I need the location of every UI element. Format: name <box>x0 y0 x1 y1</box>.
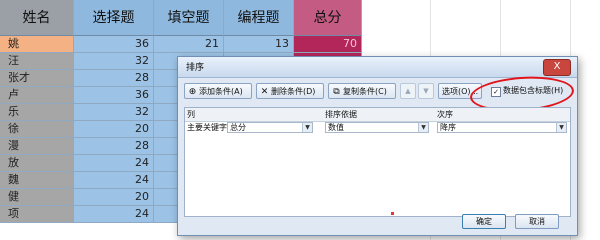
chevron-down-icon[interactable]: ▼ <box>302 123 312 132</box>
cell-choice[interactable]: 20 <box>74 121 154 138</box>
add-icon: ⊕ <box>188 87 197 97</box>
header-name[interactable]: 姓名 <box>0 0 74 36</box>
copy-level-label: 复制条件(C) <box>343 87 387 96</box>
sort-level-row: 主要关键字 总分 ▼ 数值 ▼ 降序 ▼ <box>185 121 570 134</box>
dialog-titlebar[interactable]: 排序 X <box>178 57 577 78</box>
chevron-down-icon[interactable]: ▼ <box>418 123 428 132</box>
cell-name[interactable]: 项 <box>0 206 74 223</box>
sort-on-select[interactable]: 数值 ▼ <box>325 122 429 133</box>
move-up-button[interactable]: ▲ <box>400 83 416 99</box>
cell-name[interactable]: 卢 <box>0 87 74 104</box>
header-choice[interactable]: 选择题 <box>74 0 154 36</box>
grid-header: 列 排序依据 次序 <box>185 108 570 122</box>
header-total[interactable]: 总分 <box>294 0 362 36</box>
sort-dialog: 排序 X ⊕ 添加条件(A) ✕ 删除条件(D) ⧉ 复制条件(C) ▲ ▼ 选项(O… <box>177 56 578 236</box>
sort-by-value: 总分 <box>230 123 246 132</box>
cell-name[interactable]: 漫 <box>0 138 74 155</box>
order-value: 降序 <box>440 123 456 132</box>
cell-name[interactable]: 徐 <box>0 121 74 138</box>
sort-on-header: 排序依据 <box>325 110 357 119</box>
delete-level-button[interactable]: ✕ 删除条件(D) <box>256 83 324 99</box>
red-mark <box>391 212 394 215</box>
column-header: 列 <box>187 110 195 119</box>
cell-name[interactable]: 魏 <box>0 172 74 189</box>
cell-total[interactable]: 70 <box>294 36 362 53</box>
cell-coding[interactable]: 13 <box>224 36 294 53</box>
sort-levels-grid: 列 排序依据 次序 主要关键字 总分 ▼ 数值 ▼ 降序 ▼ <box>184 107 571 217</box>
close-button[interactable]: X <box>543 59 571 76</box>
cell-name[interactable]: 汪 <box>0 53 74 70</box>
sort-by-label: 主要关键字 <box>187 123 227 132</box>
copy-icon: ⧉ <box>333 87 340 97</box>
cell-choice[interactable]: 36 <box>74 36 154 53</box>
copy-level-button[interactable]: ⧉ 复制条件(C) <box>328 83 396 99</box>
header-fill[interactable]: 填空题 <box>154 0 224 36</box>
cell-name[interactable]: 健 <box>0 189 74 206</box>
sort-on-value: 数值 <box>328 123 344 132</box>
cell-choice[interactable]: 24 <box>74 172 154 189</box>
cancel-button[interactable]: 取消 <box>515 214 559 229</box>
header-row: 姓名 选择题 填空题 编程题 总分 <box>0 0 362 36</box>
delete-icon: ✕ <box>260 87 269 97</box>
chevron-down-icon[interactable]: ▼ <box>556 123 566 132</box>
order-header: 次序 <box>437 110 453 119</box>
delete-level-label: 删除条件(D) <box>271 87 316 96</box>
cell-name[interactable]: 张才 <box>0 70 74 87</box>
cell-fill[interactable]: 21 <box>154 36 224 53</box>
header-coding[interactable]: 编程题 <box>224 0 294 36</box>
cell-choice[interactable]: 24 <box>74 155 154 172</box>
cell-choice[interactable]: 28 <box>74 70 154 87</box>
cell-choice[interactable]: 36 <box>74 87 154 104</box>
cell-choice[interactable]: 32 <box>74 104 154 121</box>
sort-by-select[interactable]: 总分 ▼ <box>227 122 313 133</box>
table-row: 姚 36 21 13 70 <box>0 36 362 53</box>
move-down-button[interactable]: ▼ <box>418 83 434 99</box>
cell-choice[interactable]: 28 <box>74 138 154 155</box>
ok-button[interactable]: 确定 <box>462 214 506 229</box>
add-level-button[interactable]: ⊕ 添加条件(A) <box>184 83 252 99</box>
cell-choice[interactable]: 32 <box>74 53 154 70</box>
cell-choice[interactable]: 20 <box>74 189 154 206</box>
cell-name[interactable]: 放 <box>0 155 74 172</box>
dialog-title: 排序 <box>186 63 205 73</box>
cell-name[interactable]: 乐 <box>0 104 74 121</box>
cell-choice[interactable]: 24 <box>74 206 154 223</box>
cell-name[interactable]: 姚 <box>0 36 74 53</box>
add-level-label: 添加条件(A) <box>199 87 243 96</box>
order-select[interactable]: 降序 ▼ <box>437 122 567 133</box>
